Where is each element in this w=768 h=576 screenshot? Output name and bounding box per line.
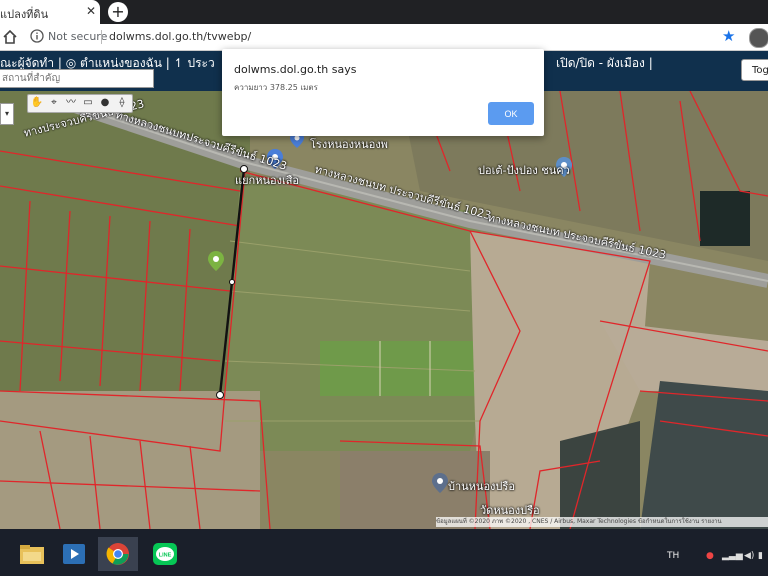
profile-avatar[interactable] xyxy=(749,28,768,48)
satellite-map[interactable]: ทางหลวงชนบทประจวบคีรีขันธ์ 1023 ทางหลวงช… xyxy=(0,91,768,529)
pan-hand-icon[interactable]: ✋ xyxy=(30,96,44,110)
ok-button[interactable]: OK xyxy=(488,102,534,125)
dialog-message: ความยาว 378.25 เมตร xyxy=(234,83,318,92)
url-field[interactable]: dolwms.dol.go.th/tvwebp/ xyxy=(109,30,251,43)
tab-title: แปลงที่ดิน xyxy=(0,8,49,21)
network-icon[interactable]: ▮ xyxy=(758,551,763,561)
svg-text:LINE: LINE xyxy=(159,553,172,559)
place-label: โรงหนองหนองพ xyxy=(310,138,388,151)
nav-toggle-cityplan[interactable]: เปิด/ปิด - ผังเมือง | xyxy=(556,54,653,73)
toggle-button[interactable]: Tog xyxy=(741,59,768,81)
browser-tab[interactable]: แปลงที่ดิน ✕ xyxy=(0,0,100,24)
polygon-icon[interactable]: ⟠ xyxy=(115,96,129,110)
chrome-icon[interactable] xyxy=(98,537,138,571)
place-search-input[interactable] xyxy=(0,69,154,88)
file-explorer-icon[interactable] xyxy=(12,537,52,571)
layer-dropdown[interactable]: ▾ xyxy=(0,103,14,125)
polyline-icon[interactable]: 〰 xyxy=(64,96,78,110)
dialog-title: dolwms.dol.go.th says xyxy=(234,63,357,76)
place-label: แยกหนองเสือ xyxy=(235,174,300,187)
tab-close-icon[interactable]: ✕ xyxy=(84,4,98,18)
new-tab-button[interactable]: + xyxy=(108,2,128,22)
info-icon[interactable] xyxy=(30,29,44,43)
measure-mid-point xyxy=(229,279,235,285)
place-label: บ้านหนองปรือ xyxy=(448,480,515,493)
marker-icon[interactable]: ⌖ xyxy=(47,96,61,110)
volume-icon[interactable]: ◀) xyxy=(744,551,754,561)
place-label: ปอเต้-ปังปอง ชนคว xyxy=(478,164,570,177)
language-indicator[interactable]: TH xyxy=(667,551,679,561)
signal-icon[interactable]: ▂▃▅ xyxy=(722,551,743,561)
windows-taskbar: LINE TH ● ▂▃▅ ◀) ▮ xyxy=(0,529,768,576)
circle-icon[interactable]: ● xyxy=(98,96,112,110)
home-icon[interactable] xyxy=(2,29,18,45)
browser-address-bar: Not secure dolwms.dol.go.th/tvwebp/ ★ xyxy=(0,24,768,51)
media-player-icon[interactable] xyxy=(54,537,94,571)
line-icon[interactable]: LINE xyxy=(145,537,185,571)
measure-end-point xyxy=(216,391,224,399)
map-attribution[interactable]: ข้อมูลแผนที่ ©2020 ภาพ ©2020 , CNES / Ai… xyxy=(436,517,768,527)
address-divider xyxy=(101,30,102,44)
not-secure-label: Not secure xyxy=(48,30,108,43)
rectangle-icon[interactable]: ▭ xyxy=(81,96,95,110)
map-canvas xyxy=(0,91,768,529)
draw-toolbar: ✋ ⌖ 〰 ▭ ● ⟠ xyxy=(27,94,133,113)
tray-app-icon[interactable]: ● xyxy=(706,551,714,561)
bookmark-star-icon[interactable]: ★ xyxy=(722,27,735,45)
browser-tab-strip: แปลงที่ดิน ✕ + xyxy=(0,0,768,24)
alert-dialog: dolwms.dol.go.th says ความยาว 378.25 เมต… xyxy=(222,49,544,136)
